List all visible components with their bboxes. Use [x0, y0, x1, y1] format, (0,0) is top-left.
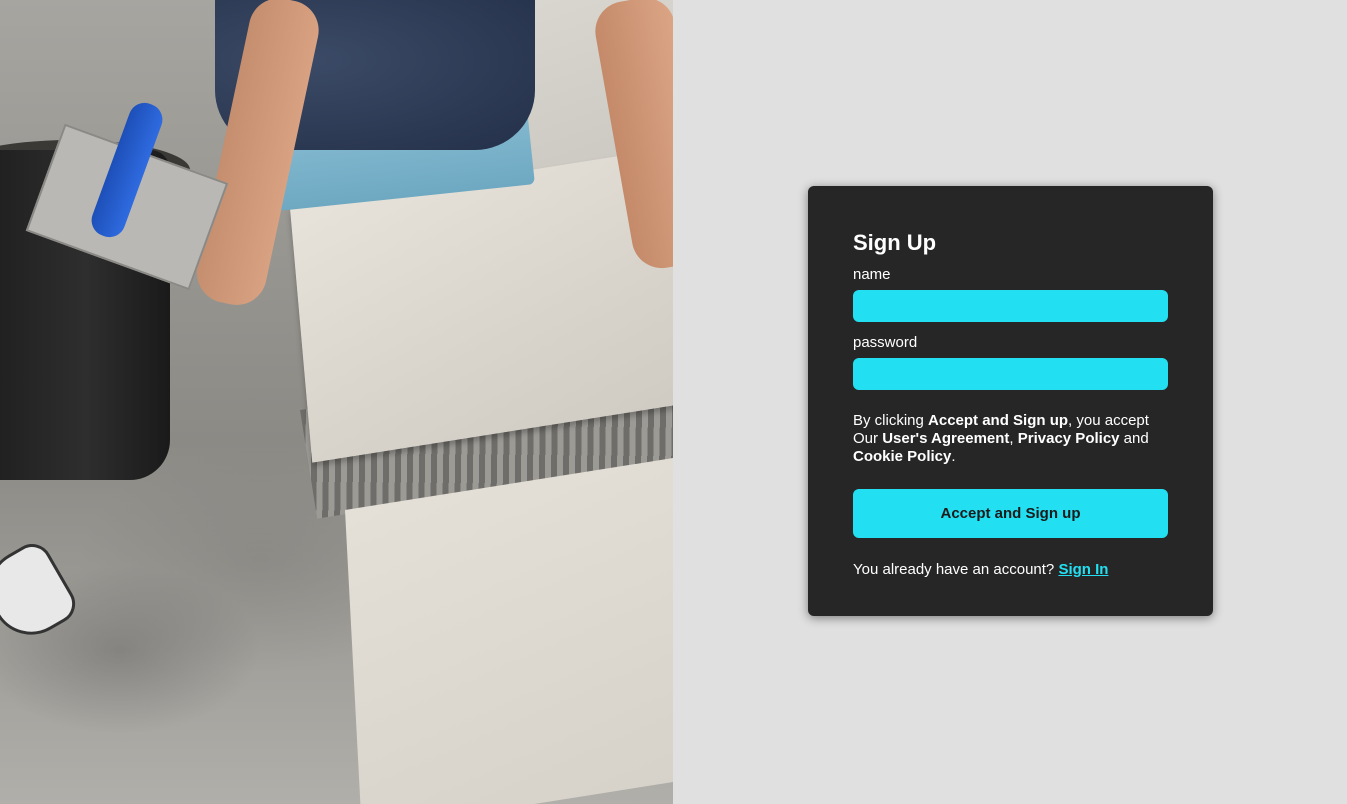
terms-period: . [951, 448, 956, 465]
name-input[interactable] [853, 290, 1168, 322]
hero-photo [0, 0, 673, 804]
terms-action-name: Accept and Sign up [928, 412, 1069, 429]
sign-in-link[interactable]: Sign In [1058, 561, 1108, 578]
terms-and: and [1119, 430, 1149, 447]
tile-lower [345, 453, 673, 804]
name-label: name [853, 266, 891, 283]
accept-and-sign-up-button[interactable]: Accept and Sign up [853, 489, 1168, 538]
cookie-policy-link[interactable]: Cookie Policy [853, 448, 951, 465]
signup-card: Sign Up name password By clicking Accept… [808, 186, 1213, 616]
signin-prompt: You already have an account? [853, 561, 1059, 578]
privacy-policy-link[interactable]: Privacy Policy [1018, 430, 1120, 447]
form-area: Sign Up name password By clicking Accept… [673, 0, 1347, 804]
password-label: password [853, 334, 918, 351]
signup-title: Sign Up [853, 230, 937, 255]
password-input[interactable] [853, 358, 1168, 390]
terms-comma: , [1009, 430, 1018, 447]
terms-text: By clicking Accept and Sign up, you acce… [853, 412, 1168, 466]
terms-prefix: By clicking [853, 412, 929, 429]
users-agreement-link[interactable]: User's Agreement [882, 430, 1009, 447]
signin-line: You already have an account? Sign In [853, 561, 1168, 579]
